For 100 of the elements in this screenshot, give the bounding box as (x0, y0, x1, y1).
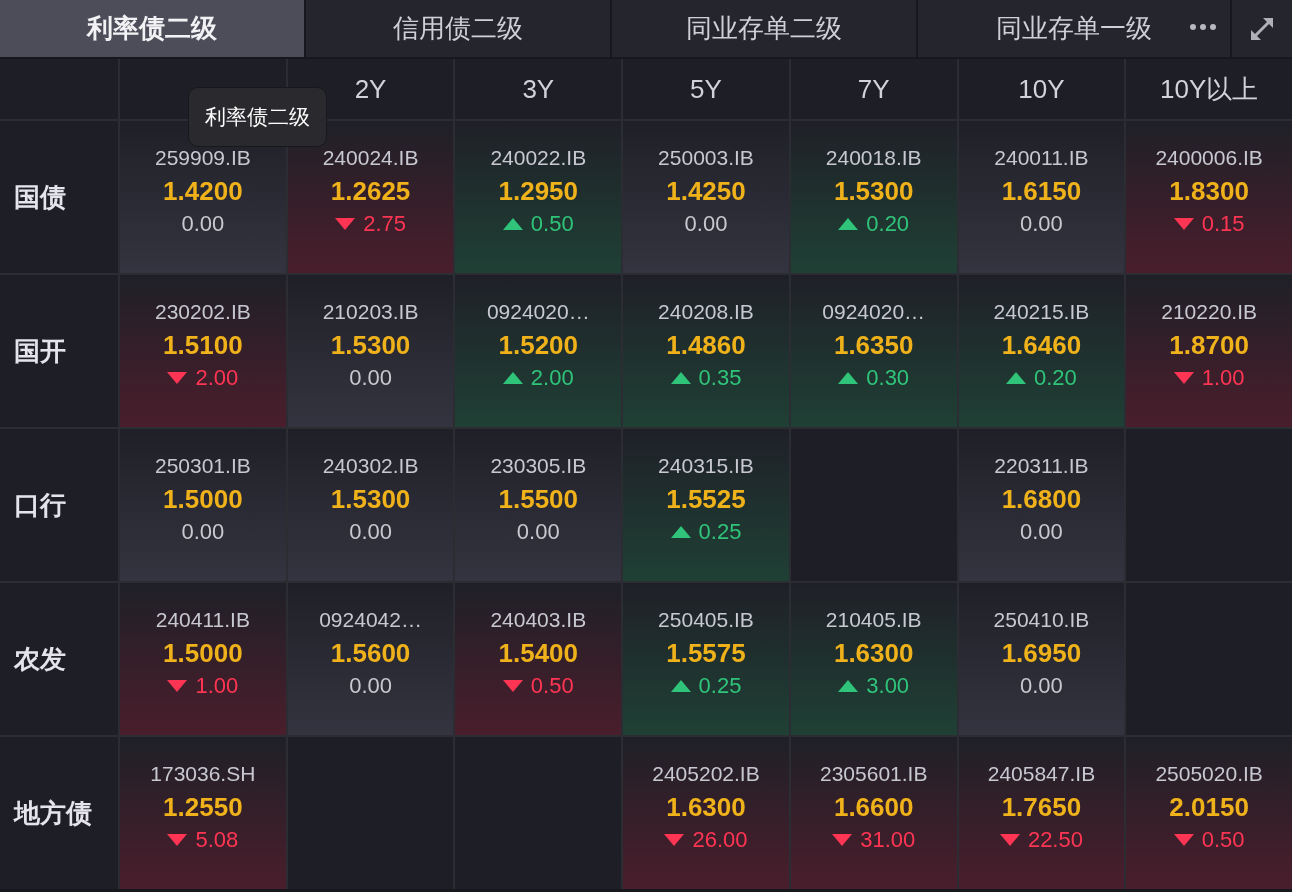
down-triangle-icon (1173, 834, 1194, 846)
change-value: 2.75 (363, 210, 406, 238)
quote-cell[interactable]: 0924020… 1.6350 0.30 (790, 275, 957, 427)
change-value: 22.50 (1027, 826, 1083, 854)
up-triangle-icon (670, 526, 691, 538)
yield-value: 1.5575 (666, 637, 746, 670)
yield-value: 1.4250 (666, 175, 746, 208)
change-value: 0.50 (1201, 826, 1245, 854)
expand-icon[interactable] (1232, 0, 1292, 57)
tab[interactable]: 同业存单一级 (918, 0, 1230, 57)
up-triangle-icon (1006, 372, 1026, 384)
bond-code: 250003.IB (658, 145, 754, 171)
yield-value: 1.5300 (330, 329, 411, 362)
quote-cell[interactable]: 2405847.IB 1.7650 22.50 (958, 737, 1125, 889)
bond-code: 210220.IB (1161, 299, 1257, 325)
bond-code: 240315.IB (658, 453, 754, 479)
up-triangle-icon (670, 680, 691, 692)
bond-code: 240208.IB (658, 299, 754, 325)
bond-code: 220311.IB (994, 453, 1089, 479)
bond-code: 240215.IB (993, 299, 1090, 325)
change-value: 0.00 (1020, 210, 1063, 238)
column-header: 3Y (455, 59, 622, 119)
yield-value: 1.8700 (1169, 329, 1249, 362)
row-label: 地方债 (0, 737, 118, 889)
change-value: 0.15 (1201, 210, 1245, 238)
quote-cell[interactable]: 240208.IB 1.4860 0.35 (623, 275, 789, 427)
change-value: 0.00 (1020, 672, 1063, 700)
down-triangle-icon (335, 218, 356, 230)
change-value: 3.00 (866, 672, 910, 700)
up-triangle-icon (838, 372, 859, 384)
change-value: 0.00 (1020, 518, 1063, 546)
yield-value: 1.7650 (1001, 791, 1082, 824)
quote-cell[interactable]: 0924020… 1.5200 2.00 (455, 275, 622, 427)
change-value: 0.00 (684, 210, 728, 238)
yield-value: 1.5500 (498, 483, 579, 516)
quote-cell[interactable]: 240215.IB 1.6460 0.20 (958, 275, 1125, 427)
quote-cell[interactable]: 240018.IB 1.5300 0.20 (790, 121, 957, 273)
down-triangle-icon (832, 834, 853, 846)
up-triangle-icon (502, 372, 523, 384)
quote-cell[interactable]: 2305601.IB 1.6600 31.00 (790, 737, 957, 889)
more-icon[interactable] (1190, 24, 1216, 30)
bond-code: 250405.IB (658, 607, 754, 633)
quote-cell[interactable]: 250301.IB 1.5000 0.00 (120, 429, 286, 581)
quote-cell[interactable]: 220311.IB 1.6800 0.00 (958, 429, 1125, 581)
bond-code: 230202.IB (154, 299, 251, 325)
quote-cell[interactable]: 173036.SH 1.2550 5.08 (120, 737, 286, 889)
yield-value: 1.6150 (1001, 175, 1082, 208)
change-value: 0.20 (866, 210, 910, 238)
quote-cell[interactable]: 240315.IB 1.5525 0.25 (623, 429, 789, 581)
quote-cell[interactable]: 240022.IB 1.2950 0.50 (455, 121, 622, 273)
up-triangle-icon (670, 372, 691, 384)
down-triangle-icon (664, 834, 685, 846)
quote-cell[interactable]: 240403.IB 1.5400 0.50 (455, 583, 622, 735)
bond-code: 250301.IB (154, 453, 251, 479)
tooltip: 利率债二级 (188, 87, 327, 147)
quote-cell[interactable]: 210220.IB 1.8700 1.00 (1126, 275, 1292, 427)
quote-cell[interactable]: 240302.IB 1.5300 0.00 (287, 429, 454, 581)
row-label: 国债 (0, 121, 118, 273)
tab[interactable]: 信用债二级 (306, 0, 610, 57)
bond-code: 240411.IB (155, 607, 250, 633)
yield-value: 1.6800 (1001, 483, 1082, 516)
quote-cell[interactable]: 2405202.IB 1.6300 26.00 (623, 737, 789, 889)
quote-cell[interactable]: 250410.IB 1.6950 0.00 (958, 583, 1125, 735)
yield-value: 1.2625 (330, 175, 411, 208)
up-triangle-icon (838, 218, 859, 230)
quote-cell[interactable]: 250405.IB 1.5575 0.25 (623, 583, 789, 735)
quote-cell[interactable]: 230305.IB 1.5500 0.00 (455, 429, 622, 581)
yield-value: 1.5000 (163, 637, 243, 670)
quote-cell[interactable]: 230202.IB 1.5100 2.00 (120, 275, 286, 427)
change-value: 0.00 (349, 364, 392, 392)
yield-value: 1.5400 (498, 637, 579, 670)
column-header: 10Y (958, 59, 1125, 119)
bond-code: 0924020… (486, 299, 590, 325)
quote-cell[interactable]: 240411.IB 1.5000 1.00 (120, 583, 286, 735)
bond-code: 230305.IB (490, 453, 587, 479)
quote-cell[interactable]: 210405.IB 1.6300 3.00 (790, 583, 957, 735)
bond-code: 240011.IB (994, 145, 1089, 171)
change-value: 0.25 (698, 672, 742, 700)
quote-cell[interactable]: 240011.IB 1.6150 0.00 (958, 121, 1125, 273)
quote-cell[interactable]: 2505020.IB 2.0150 0.50 (1126, 737, 1292, 889)
down-triangle-icon (999, 834, 1020, 846)
quote-cell[interactable]: 2400006.IB 1.8300 0.15 (1126, 121, 1292, 273)
quote-cell[interactable]: 210203.IB 1.5300 0.00 (287, 275, 454, 427)
yield-value: 1.6600 (833, 791, 914, 824)
change-value: 5.08 (195, 826, 239, 854)
quote-cell[interactable]: 250003.IB 1.4250 0.00 (623, 121, 789, 273)
change-value: 0.25 (698, 518, 742, 546)
change-value: 0.00 (349, 518, 392, 546)
quote-cell[interactable]: 0924042… 1.5600 0.00 (287, 583, 454, 735)
bond-code: 2405847.IB (987, 761, 1096, 787)
change-value: 0.35 (698, 364, 742, 392)
down-triangle-icon (1173, 372, 1194, 384)
bond-code: 240302.IB (322, 453, 419, 479)
yield-value: 1.6460 (1001, 329, 1082, 362)
bond-code: 240024.IB (322, 145, 419, 171)
bond-code: 2505020.IB (1155, 761, 1263, 787)
change-value: 0.20 (1034, 364, 1077, 392)
tab[interactable]: 同业存单二级 (612, 0, 916, 57)
tab[interactable]: 利率债二级 (0, 0, 304, 57)
yield-value: 1.6350 (833, 329, 914, 362)
